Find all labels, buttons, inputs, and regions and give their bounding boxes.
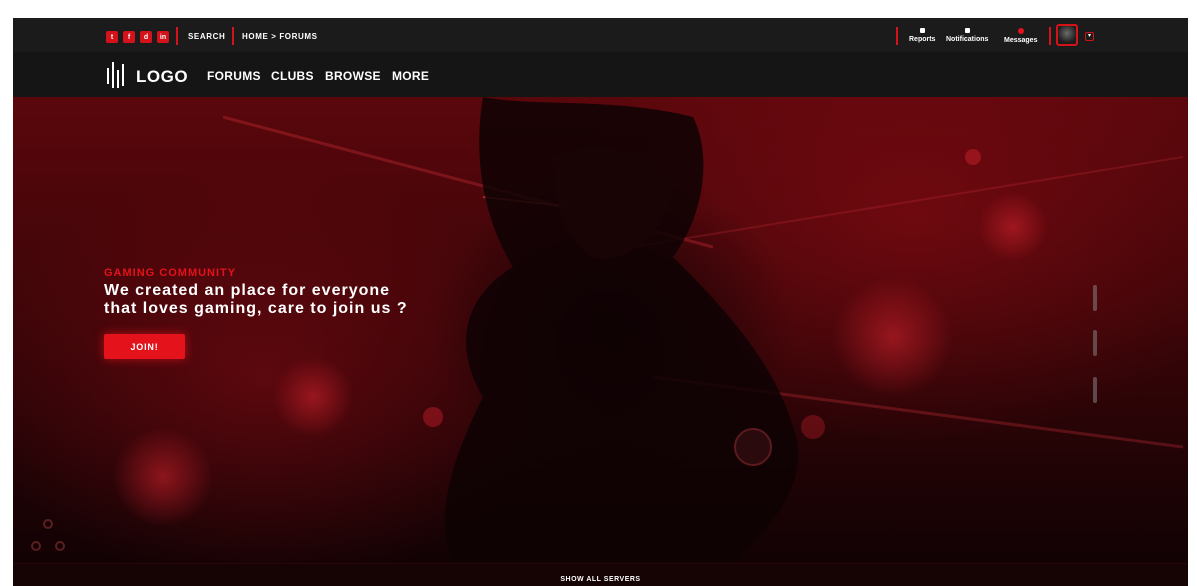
avatar[interactable] [1056,24,1078,46]
discord-icon[interactable]: d [140,31,152,43]
hero-artwork [113,97,1184,563]
servers-strip: SHOW ALL SERVERS [13,563,1188,586]
decor-orb-icon [43,519,53,529]
decor-orb-icon [31,541,41,551]
slide-indicator[interactable] [1093,330,1097,356]
notifications-label: Notifications [946,36,989,43]
nav-item-forums[interactable]: FORUMS [207,69,261,83]
hero-kicker: GAMING COMMUNITY [104,267,237,279]
search-link[interactable]: SEARCH [188,32,225,41]
reports-button[interactable]: Reports [909,28,935,43]
social-links: t f d in [106,31,169,43]
hero-banner: GAMING COMMUNITY We created an place for… [13,97,1188,563]
logo-text[interactable]: LOGO [136,67,188,87]
nav-item-browse[interactable]: BROWSE [325,69,381,83]
notifications-indicator-icon [964,28,970,33]
show-all-servers-link[interactable]: SHOW ALL SERVERS [13,576,1188,583]
divider [1049,27,1051,45]
nav-item-clubs[interactable]: CLUBS [271,69,314,83]
reports-label: Reports [909,36,936,43]
divider [232,27,234,45]
divider [896,27,898,45]
linkedin-icon[interactable]: in [157,31,169,43]
messages-unread-icon [1017,28,1024,34]
top-bar: t f d in SEARCH HOME > FORUMS Reports No… [13,18,1188,52]
reports-indicator-icon [919,28,925,33]
divider [176,27,178,45]
nav-item-more[interactable]: MORE [392,69,429,83]
twitter-icon[interactable]: t [106,31,118,43]
slide-indicator[interactable] [1093,377,1097,403]
chevron-down-icon[interactable]: ▾ [1085,32,1094,41]
decor-orb-icon [55,541,65,551]
messages-label: Messages [1004,37,1038,44]
messages-button[interactable]: Messages [1004,28,1037,44]
main-nav [13,52,1188,97]
hero-headline-line2: that loves gaming, care to join us ? [104,300,408,317]
breadcrumb[interactable]: HOME > FORUMS [242,32,318,41]
join-button[interactable]: JOIN! [104,334,185,359]
logo-icon[interactable] [106,60,128,90]
hero-headline-line1: We created an place for everyone [104,282,391,299]
page-frame: t f d in SEARCH HOME > FORUMS Reports No… [13,18,1188,586]
notifications-button[interactable]: Notifications [946,28,988,43]
facebook-icon[interactable]: f [123,31,135,43]
slide-indicator[interactable] [1093,285,1097,311]
